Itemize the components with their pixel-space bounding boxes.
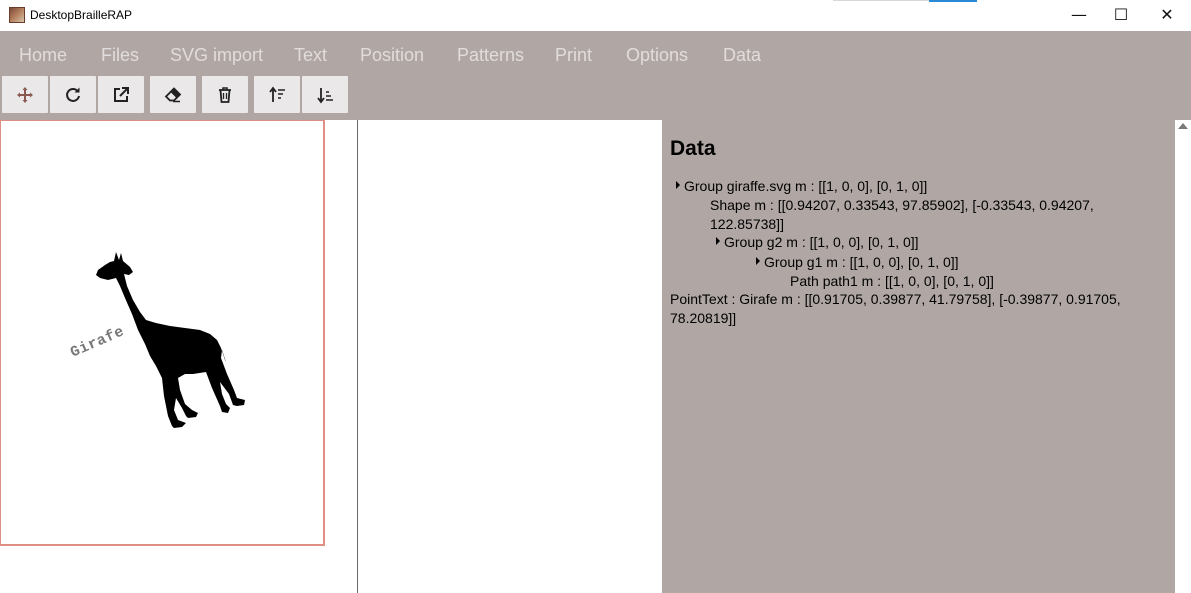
- menu-data[interactable]: Data: [723, 45, 761, 66]
- rotate-icon: [66, 87, 80, 102]
- close-button[interactable]: ✕: [1144, 0, 1190, 31]
- sort-descending-icon: [317, 87, 333, 103]
- tree-item-group-g2[interactable]: Group g2 m : [[1, 0, 0], [0, 1, 0]]: [716, 233, 919, 252]
- vertical-scrollbar[interactable]: [1175, 120, 1191, 593]
- expand-caret-icon[interactable]: [716, 237, 720, 245]
- menu-files[interactable]: Files: [101, 45, 139, 66]
- tree-item-pointtext[interactable]: PointText : Girafe m : [[0.91705, 0.3987…: [670, 290, 1170, 328]
- tree-item-group-giraffe[interactable]: Group giraffe.svg m : [[1, 0, 0], [0, 1,…: [676, 177, 927, 196]
- menu-home[interactable]: Home: [19, 45, 67, 66]
- data-panel-title: Data: [670, 137, 716, 160]
- eraser-icon: [164, 86, 182, 102]
- data-panel: Data Group giraffe.svg m : [[1, 0, 0], […: [662, 120, 1175, 593]
- expand-caret-icon[interactable]: [756, 257, 760, 265]
- trash-icon: [219, 86, 231, 103]
- rotate-button[interactable]: [50, 76, 96, 113]
- expand-caret-icon[interactable]: [676, 181, 680, 189]
- titlebar-divider: [833, 0, 929, 1]
- tree-item-group-g1[interactable]: Group g1 m : [[1, 0, 0], [0, 1, 0]]: [756, 253, 959, 272]
- menu-svg-import[interactable]: SVG import: [170, 45, 263, 66]
- menu-patterns[interactable]: Patterns: [457, 45, 524, 66]
- page-preview[interactable]: Girafe: [0, 120, 358, 593]
- window-title: DesktopBrailleRAP: [30, 8, 133, 22]
- toolbar: [0, 76, 1191, 120]
- external-link-icon: [114, 86, 129, 102]
- open-external-button[interactable]: [98, 76, 144, 113]
- tree-item-shape[interactable]: Shape m : [[0.94207, 0.33543, 97.85902],…: [710, 196, 1170, 234]
- menu-text[interactable]: Text: [294, 45, 327, 66]
- scroll-up-arrow-icon[interactable]: [1178, 123, 1188, 129]
- sort-descending-button[interactable]: [302, 76, 348, 113]
- menu-options[interactable]: Options: [626, 45, 688, 66]
- minimize-button[interactable]: —: [1056, 0, 1102, 31]
- erase-button[interactable]: [150, 76, 196, 113]
- titlebar-accent: [929, 0, 977, 2]
- menu-bar: Home Files SVG import Text Position Patt…: [0, 31, 1191, 76]
- sort-ascending-button[interactable]: [254, 76, 300, 113]
- sort-ascending-icon: [269, 86, 285, 102]
- move-button[interactable]: [2, 76, 48, 113]
- menu-print[interactable]: Print: [555, 45, 592, 66]
- delete-button[interactable]: [202, 76, 248, 113]
- workspace-blank: [358, 120, 662, 593]
- maximize-button[interactable]: ☐: [1098, 0, 1144, 31]
- title-bar: DesktopBrailleRAP — ☐ ✕: [0, 0, 1191, 31]
- move-icon: [17, 86, 33, 103]
- menu-position[interactable]: Position: [360, 45, 424, 66]
- app-icon: [9, 7, 25, 23]
- tree-item-path1[interactable]: Path path1 m : [[1, 0, 0], [0, 1, 0]]: [790, 272, 994, 291]
